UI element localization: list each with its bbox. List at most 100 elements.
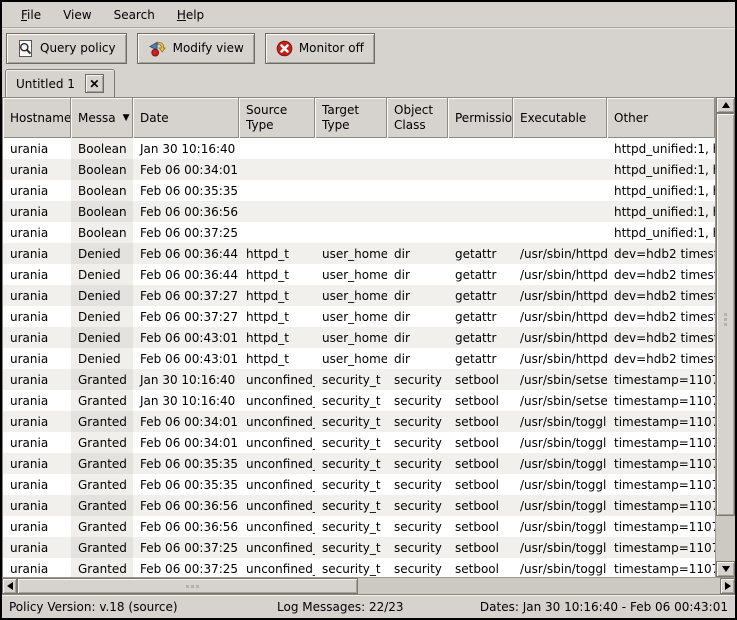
arrow-left-icon (7, 582, 13, 590)
arrow-right-icon (725, 582, 731, 590)
cell-permission: setbool (448, 516, 513, 537)
cell-target-type: security_t (315, 537, 387, 558)
cell-date: Feb 06 00:36:56 (133, 516, 239, 537)
table-row[interactable]: uraniaGrantedFeb 06 00:34:01unconfined_s… (3, 432, 715, 453)
cell-hostname: urania (3, 159, 71, 180)
column-header-date[interactable]: Date (133, 98, 239, 138)
column-header-permission[interactable]: Permission (448, 98, 513, 138)
cell-source-type (239, 138, 315, 159)
horizontal-scrollbar[interactable] (2, 577, 735, 594)
table-row[interactable]: uraniaBooleanFeb 06 00:36:56httpd_unifie… (3, 201, 715, 222)
table-row[interactable]: uraniaGrantedJan 30 10:16:40unconfined_s… (3, 390, 715, 411)
scroll-up-button[interactable] (716, 97, 735, 113)
table-row[interactable]: uraniaBooleanFeb 06 00:37:25httpd_unifie… (3, 222, 715, 243)
table-row[interactable]: uraniaDeniedFeb 06 00:37:27httpd_tuser_h… (3, 306, 715, 327)
column-header-hostname[interactable]: Hostname (3, 98, 71, 138)
table-row[interactable]: uraniaDeniedFeb 06 00:43:01httpd_tuser_h… (3, 348, 715, 369)
cell-source-type: httpd_t (239, 306, 315, 327)
table-row[interactable]: uraniaDeniedFeb 06 00:43:01httpd_tuser_h… (3, 327, 715, 348)
cell-permission: setbool (448, 495, 513, 516)
scroll-left-button[interactable] (2, 578, 17, 594)
scroll-right-button[interactable] (720, 578, 735, 594)
cell-date: Feb 06 00:37:25 (133, 558, 239, 577)
table-row[interactable]: uraniaBooleanFeb 06 00:35:35httpd_unifie… (3, 180, 715, 201)
cell-object-class: dir (387, 348, 448, 369)
cell-object-class: security (387, 537, 448, 558)
modify-view-button[interactable]: Modify view (137, 33, 255, 64)
table-row[interactable]: uraniaGrantedFeb 06 00:37:25unconfined_s… (3, 537, 715, 558)
table-row[interactable]: uraniaDeniedFeb 06 00:36:44httpd_tuser_h… (3, 243, 715, 264)
cell-executable: /usr/sbin/toggle (513, 432, 607, 453)
tab-close-button[interactable]: ✕ (85, 74, 104, 93)
cell-date: Feb 06 00:37:25 (133, 537, 239, 558)
cell-other: httpd_unified:1, h (607, 159, 715, 180)
query-policy-icon (17, 40, 34, 57)
modify-view-icon (148, 39, 167, 58)
horizontal-scroll-track[interactable] (17, 578, 720, 594)
log-table: HostnameMessa▼ Date Source TypeTarget Type… (2, 97, 715, 577)
thumb-grip-icon (186, 585, 189, 588)
vertical-scroll-thumb[interactable] (716, 113, 735, 516)
query-policy-button[interactable]: Query policy (6, 33, 127, 64)
arrow-up-icon (722, 102, 730, 108)
table-row[interactable]: uraniaGrantedFeb 06 00:37:25unconfined_s… (3, 558, 715, 577)
tab-bar: Untitled 1 ✕ (2, 68, 735, 97)
cell-target-type (315, 222, 387, 243)
table-row[interactable]: uraniaGrantedFeb 06 00:35:35unconfined_s… (3, 453, 715, 474)
table-row[interactable]: uraniaGrantedFeb 06 00:36:56unconfined_s… (3, 516, 715, 537)
cell-date: Feb 06 00:36:44 (133, 264, 239, 285)
thumb-grip-icon (724, 313, 727, 316)
cell-date: Feb 06 00:35:35 (133, 474, 239, 495)
cell-object-class: security (387, 411, 448, 432)
cell-target-type: security_t (315, 453, 387, 474)
table-row[interactable]: uraniaBooleanFeb 06 00:34:01httpd_unifie… (3, 159, 715, 180)
cell-executable: /usr/sbin/toggle (513, 474, 607, 495)
cell-other: timestamp=11071 (607, 390, 715, 411)
column-header-source-type[interactable]: Source Type (239, 98, 315, 138)
cell-permission: getattr (448, 243, 513, 264)
cell-executable (513, 180, 607, 201)
menu-help[interactable]: Help (166, 4, 215, 26)
column-header-label: Date (140, 111, 169, 126)
scroll-down-button[interactable] (716, 561, 735, 577)
vertical-scrollbar[interactable] (715, 97, 735, 577)
cell-message: Granted (71, 558, 133, 577)
cell-other: dev=hdb2 timesta (607, 348, 715, 369)
cell-message: Boolean (71, 180, 133, 201)
cell-other: httpd_unified:1, h (607, 138, 715, 159)
cell-object-class: security (387, 432, 448, 453)
table-row[interactable]: uraniaGrantedFeb 06 00:35:35unconfined_s… (3, 474, 715, 495)
tab-untitled-1[interactable]: Untitled 1 ✕ (5, 69, 115, 97)
vertical-scroll-track[interactable] (716, 113, 735, 561)
column-header-target-type[interactable]: Target Type (315, 98, 387, 138)
column-header-executable[interactable]: Executable (513, 98, 607, 138)
cell-source-type: unconfined_ (239, 390, 315, 411)
table-row[interactable]: uraniaDeniedFeb 06 00:37:27httpd_tuser_h… (3, 285, 715, 306)
cell-other: dev=hdb2 timesta (607, 285, 715, 306)
table-row[interactable]: uraniaGrantedFeb 06 00:36:56unconfined_s… (3, 495, 715, 516)
column-header-other[interactable]: Other (607, 98, 715, 138)
horizontal-scroll-thumb[interactable] (17, 578, 358, 594)
cell-other: timestamp=11071 (607, 369, 715, 390)
cell-source-type: unconfined_ (239, 495, 315, 516)
table-row[interactable]: uraniaDeniedFeb 06 00:36:44httpd_tuser_h… (3, 264, 715, 285)
table-row[interactable]: uraniaGrantedJan 30 10:16:40unconfined_s… (3, 369, 715, 390)
table-row[interactable]: uraniaGrantedFeb 06 00:34:01unconfined_s… (3, 411, 715, 432)
cell-object-class: dir (387, 285, 448, 306)
menu-search[interactable]: Search (103, 4, 166, 26)
monitor-off-button[interactable]: Monitor off (265, 33, 375, 64)
cell-source-type: httpd_t (239, 348, 315, 369)
menu-file[interactable]: File (10, 4, 52, 26)
cell-message: Granted (71, 453, 133, 474)
table-row[interactable]: uraniaBooleanJan 30 10:16:40httpd_unifie… (3, 138, 715, 159)
menu-view[interactable]: View (52, 4, 102, 26)
cell-permission (448, 138, 513, 159)
cell-hostname: urania (3, 348, 71, 369)
cell-message: Granted (71, 411, 133, 432)
cell-target-type (315, 159, 387, 180)
cell-permission (448, 180, 513, 201)
column-header-message[interactable]: Messa▼ (71, 98, 133, 138)
cell-hostname: urania (3, 243, 71, 264)
column-header-object-class[interactable]: Object Class (387, 98, 448, 138)
cell-source-type: unconfined_ (239, 432, 315, 453)
